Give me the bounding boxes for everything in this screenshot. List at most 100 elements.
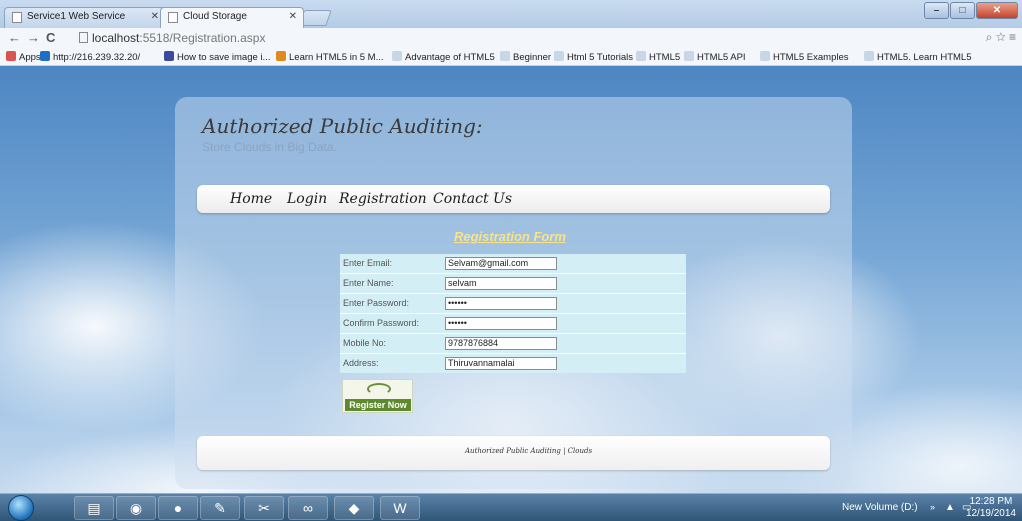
footer-text: Authorized Public Auditing | Clouds — [465, 447, 593, 455]
bookmark-learn-html5[interactable]: Learn HTML5 in 5 M... — [276, 51, 384, 63]
bookmark-label: HTML5 Examples — [773, 52, 849, 63]
bookmark-label: Beginner — [513, 52, 552, 63]
bookmark-html5-api[interactable]: HTML5 API — [684, 51, 746, 63]
apps-icon — [6, 51, 16, 61]
bookmark-beginner[interactable]: Beginner — [500, 51, 551, 63]
page-icon — [12, 12, 22, 23]
omnibox-actions: ⌕ ☆ ≡ — [986, 30, 1016, 45]
url-host: localhost — [92, 31, 140, 45]
register-now-button[interactable]: Register Now — [342, 379, 413, 413]
address-bar[interactable]: localhost:5518/Registration.aspx — [79, 29, 999, 47]
explorer-icon[interactable]: ▤ — [74, 496, 114, 520]
form-row-address: Address: Thiruvannamalai — [340, 354, 686, 373]
close-tab-icon[interactable]: ✕ — [151, 11, 159, 22]
bing-icon — [40, 51, 50, 61]
url-path: :5518/Registration.aspx — [139, 31, 266, 45]
bookmark-label: http://216.239.32.20/ — [53, 52, 141, 63]
nav-home[interactable]: Home — [230, 191, 272, 207]
tab-label: Cloud Storage — [183, 11, 247, 22]
start-button[interactable] — [8, 495, 34, 521]
tray-up-arrow-icon[interactable]: ▲ — [945, 502, 955, 513]
windows-taskbar: ▤ ◉ ● ✎ ✂ ∞ ◆ W New Volume (D:) » ▲ ▭ 12… — [0, 493, 1022, 521]
bookmark-advantage[interactable]: Advantage of HTML5 — [392, 51, 495, 63]
system-clock[interactable]: 12:28 PM 12/19/2014 — [966, 496, 1016, 520]
site-navbar: Home Login Registration Contact Us — [197, 185, 830, 213]
site-tagline: Store Clouds in Big Data. — [202, 140, 337, 154]
page-icon — [554, 51, 564, 61]
form-row-name: Enter Name: selvam — [340, 274, 686, 293]
page-icon — [392, 51, 402, 61]
firefox-icon[interactable]: ● — [158, 496, 198, 520]
clock-time: 12:28 PM — [969, 496, 1013, 507]
close-window-button[interactable]: ✕ — [976, 2, 1018, 19]
page-icon — [636, 51, 646, 61]
confirm-password-label: Confirm Password: — [343, 318, 420, 328]
nav-contact-us[interactable]: Contact Us — [433, 191, 512, 207]
form-row-email: Enter Email: Selvam@gmail.com — [340, 254, 686, 273]
page-viewport: Authorized Public Auditing: Store Clouds… — [0, 66, 1022, 493]
site-brand: Authorized Public Auditing: — [202, 114, 483, 138]
bookmarks-bar: Apps http://216.239.32.20/ How to save i… — [0, 49, 1022, 66]
bookmark-html5[interactable]: HTML5 — [636, 51, 680, 63]
window-controls: – □ ✕ — [924, 2, 1018, 19]
mobile-label: Mobile No: — [343, 338, 387, 348]
confirm-password-field[interactable]: •••••• — [445, 317, 557, 330]
page-icon — [168, 12, 178, 23]
drive-label[interactable]: New Volume (D:) — [842, 502, 918, 513]
bookmark-label: Html 5 Tutorials — [567, 52, 633, 63]
bookmark-label: Advantage of HTML5 — [405, 52, 495, 63]
name-field[interactable]: selvam — [445, 277, 557, 290]
browser-toolbar: ← → C localhost:5518/Registration.aspx ⌕… — [0, 28, 1022, 49]
nav-registration[interactable]: Registration — [339, 191, 427, 207]
visual-studio-icon[interactable]: ◆ — [334, 496, 374, 520]
maximize-button[interactable]: □ — [950, 2, 975, 19]
form-row-mobile: Mobile No: 9787876884 — [340, 334, 686, 353]
bookmark-learn-html5-2[interactable]: HTML5. Learn HTML5 — [864, 51, 972, 63]
search-icon[interactable]: ⌕ — [986, 30, 993, 44]
register-button-label: Register Now — [345, 399, 411, 411]
page-icon — [864, 51, 874, 61]
bookmark-label: Apps — [19, 52, 41, 63]
bookmark-save-image[interactable]: How to save image i... — [164, 51, 270, 63]
chrome-icon[interactable]: ◉ — [116, 496, 156, 520]
notepad-icon[interactable]: ✎ — [200, 496, 240, 520]
close-tab-icon[interactable]: ✕ — [289, 11, 297, 22]
bookmark-html5-tutorials[interactable]: Html 5 Tutorials — [554, 51, 633, 63]
mobile-field[interactable]: 9787876884 — [445, 337, 557, 350]
email-label: Enter Email: — [343, 258, 393, 268]
media-icon[interactable]: ∞ — [288, 496, 328, 520]
password-label: Enter Password: — [343, 298, 410, 308]
reload-icon[interactable]: C — [46, 30, 55, 45]
email-field[interactable]: Selvam@gmail.com — [445, 257, 557, 270]
form-title: Registration Form — [454, 229, 566, 244]
tab-cloud-storage[interactable]: Cloud Storage ✕ — [160, 7, 304, 28]
address-label: Address: — [343, 358, 379, 368]
word-icon[interactable]: W — [380, 496, 420, 520]
menu-icon[interactable]: ≡ — [1009, 30, 1016, 44]
bookmark-label: HTML5 API — [697, 52, 746, 63]
tab-label: Service1 Web Service — [27, 11, 126, 22]
bookmark-label: HTML5. Learn HTML5 — [877, 52, 972, 63]
page-icon — [500, 51, 510, 61]
tray-expand-icon[interactable]: » — [930, 502, 935, 512]
back-arrow-icon[interactable]: ← — [8, 30, 21, 45]
bookmark-ip[interactable]: http://216.239.32.20/ — [40, 51, 140, 63]
address-field[interactable]: Thiruvannamalai — [445, 357, 557, 370]
nav-login[interactable]: Login — [287, 191, 327, 207]
bookmark-apps[interactable]: Apps — [6, 51, 41, 63]
star-icon[interactable]: ☆ — [996, 30, 1006, 44]
form-row-password: Enter Password: •••••• — [340, 294, 686, 313]
name-label: Enter Name: — [343, 278, 394, 288]
registration-form: Enter Email: Selvam@gmail.com Enter Name… — [340, 254, 686, 373]
page-icon — [760, 51, 770, 61]
form-row-confirm-password: Confirm Password: •••••• — [340, 314, 686, 333]
bookmark-html5-examples[interactable]: HTML5 Examples — [760, 51, 849, 63]
tab-service1[interactable]: Service1 Web Service ✕ — [4, 7, 166, 28]
tools-icon[interactable]: ✂ — [244, 496, 284, 520]
minimize-button[interactable]: – — [924, 2, 949, 19]
clock-date: 12/19/2014 — [965, 508, 1016, 519]
forward-arrow-icon[interactable]: → — [27, 30, 40, 45]
bookmark-label: How to save image i... — [177, 52, 271, 63]
password-field[interactable]: •••••• — [445, 297, 557, 310]
play-icon — [164, 51, 174, 61]
